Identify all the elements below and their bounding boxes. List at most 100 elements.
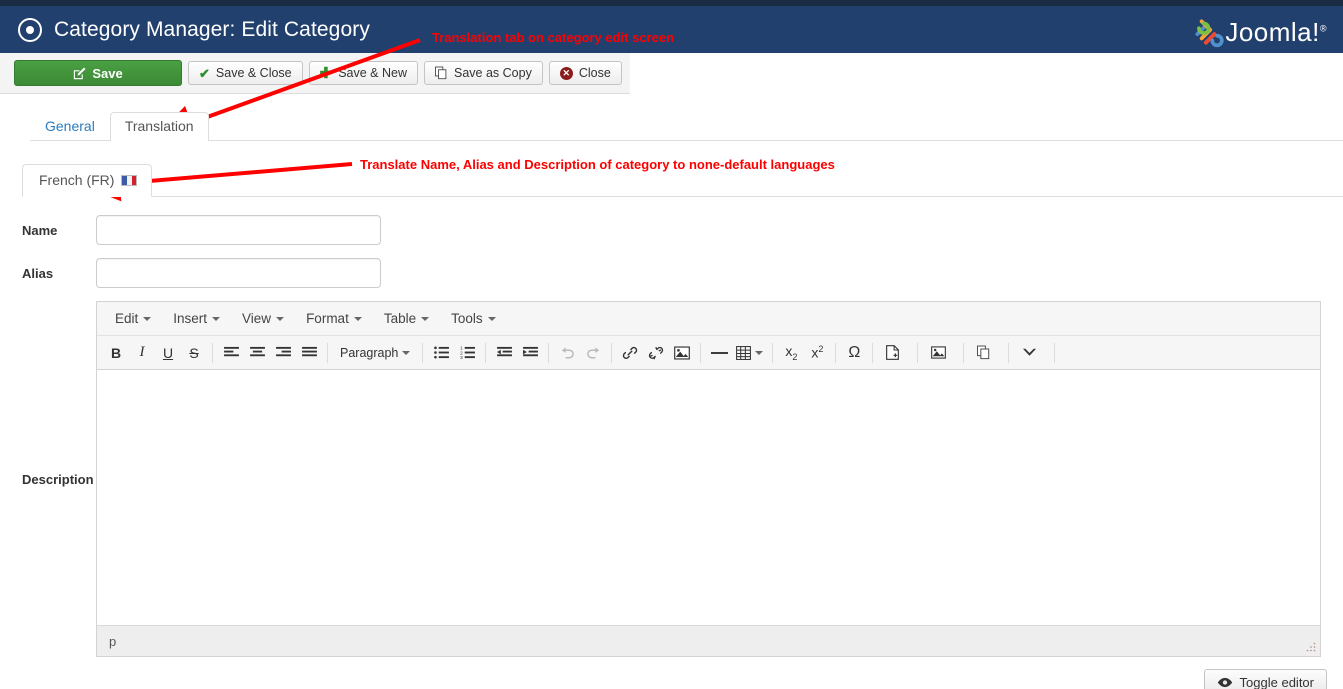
menu-insert[interactable]: Insert: [163, 307, 230, 330]
chevron-down-icon: [212, 316, 221, 321]
menu-format[interactable]: Format: [296, 307, 372, 330]
main-tabs: General Translation: [0, 111, 1343, 143]
paragraph-format-dropdown[interactable]: Paragraph: [333, 340, 417, 366]
chevron-down-icon: [353, 316, 362, 321]
plus-icon: ✚: [319, 64, 333, 82]
alias-label: Alias: [22, 265, 54, 281]
unlink-icon[interactable]: [643, 340, 669, 366]
superscript-icon[interactable]: x2: [804, 340, 830, 366]
toolbar-separator: [611, 342, 613, 363]
chevron-down-icon: [487, 316, 496, 321]
align-justify-icon[interactable]: [296, 340, 322, 366]
align-right-icon[interactable]: [270, 340, 296, 366]
toolbar-separator: [917, 342, 919, 363]
resize-grip-icon[interactable]: [1305, 642, 1316, 653]
toggle-editor-button[interactable]: Toggle editor: [1203, 669, 1327, 689]
menu-tools[interactable]: Tools: [441, 307, 506, 330]
translation-form: Name Alias Description Edit Insert View …: [0, 215, 1343, 657]
editor-content-area[interactable]: [97, 370, 1320, 625]
bold-icon[interactable]: B: [103, 340, 129, 366]
page-title: Category Manager: Edit Category: [54, 17, 370, 41]
insert-image-button[interactable]: [923, 340, 958, 366]
chevron-down-icon: [755, 350, 764, 355]
joomla-wordmark: Joomla!®: [1225, 17, 1327, 48]
toolbar-separator: [1054, 342, 1056, 363]
menu-table[interactable]: Table: [374, 307, 439, 330]
name-input[interactable]: [96, 215, 381, 245]
chevron-down-icon: [143, 316, 152, 321]
alias-input[interactable]: [96, 258, 381, 288]
link-icon[interactable]: [617, 340, 643, 366]
tab-general[interactable]: General: [30, 112, 110, 141]
subtab-french-fr[interactable]: French (FR): [22, 163, 153, 197]
svg-text:3: 3: [460, 355, 463, 359]
indent-icon[interactable]: [517, 340, 543, 366]
language-subtabs: French (FR): [0, 163, 1343, 197]
joomla-registered-mark: ®: [1319, 22, 1327, 33]
toolbar-separator: [1008, 342, 1010, 363]
save-and-close-button[interactable]: ✔ Save & Close: [188, 61, 303, 85]
toolbar-separator: [422, 342, 424, 363]
menu-view[interactable]: View: [232, 307, 294, 330]
underline-icon[interactable]: U: [155, 340, 181, 366]
italic-icon[interactable]: I: [129, 340, 155, 366]
action-toolbar: Save ✔ Save & Close ✚ Save & New Save as…: [0, 53, 630, 94]
chevron-down-icon: [421, 316, 430, 321]
tabs-filler: [208, 140, 1343, 141]
subscript-icon[interactable]: x2: [778, 340, 804, 366]
toolbar-separator: [963, 342, 965, 363]
read-more-button[interactable]: [1014, 340, 1049, 366]
insert-image-icon[interactable]: [669, 340, 695, 366]
subtab-french-label: French (FR): [39, 171, 115, 188]
undo-icon[interactable]: [554, 340, 580, 366]
editor-statusbar: p: [97, 625, 1320, 656]
chevron-down-icon: [276, 316, 285, 321]
save-and-close-label: Save & Close: [215, 66, 292, 80]
name-label: Name: [22, 222, 58, 238]
menu-insert-label: Insert: [173, 311, 208, 326]
close-button[interactable]: ✕ Close: [548, 61, 622, 85]
strikethrough-icon[interactable]: S: [181, 340, 207, 366]
toolbar-separator: [872, 342, 874, 363]
tab-translation[interactable]: Translation: [109, 111, 209, 143]
close-button-label: Close: [578, 66, 611, 80]
editor-element-path: p: [109, 633, 117, 649]
menu-view-label: View: [242, 311, 272, 326]
page-root: Category Manager: Edit Category Joomla!®: [0, 0, 1343, 689]
source-code-button[interactable]: [1060, 340, 1086, 366]
joomla-logo[interactable]: Joomla!®: [1191, 15, 1327, 49]
save-button[interactable]: Save: [14, 60, 182, 86]
flag-fr-icon: [121, 174, 138, 186]
page-break-button[interactable]: [969, 340, 1003, 366]
toolbar-separator: [485, 342, 487, 363]
insert-article-button[interactable]: [878, 340, 912, 366]
numbered-list-icon[interactable]: 123: [454, 340, 480, 366]
save-and-new-button[interactable]: ✚ Save & New: [308, 61, 418, 85]
outdent-icon[interactable]: [491, 340, 517, 366]
editor-menubar: Edit Insert View Format Table Tools: [97, 302, 1320, 336]
align-left-icon[interactable]: [218, 340, 244, 366]
toolbar-separator: [835, 342, 837, 363]
menu-tools-label: Tools: [451, 311, 483, 326]
toolbar-separator: [212, 342, 213, 363]
description-label: Description: [22, 471, 94, 487]
header-title-wrap: Category Manager: Edit Category: [0, 17, 370, 42]
redo-icon[interactable]: [580, 340, 606, 366]
eye-icon: [1217, 677, 1232, 687]
menu-edit[interactable]: Edit: [105, 307, 161, 330]
admin-header: Category Manager: Edit Category Joomla!®: [0, 6, 1343, 53]
menu-table-label: Table: [383, 311, 417, 326]
save-button-label: Save: [92, 65, 123, 81]
bullet-list-icon[interactable]: [428, 340, 454, 366]
special-character-icon[interactable]: Ω: [841, 340, 867, 366]
save-as-copy-button[interactable]: Save as Copy: [424, 61, 543, 85]
align-center-icon[interactable]: [244, 340, 270, 366]
joomla-brand-text: Joomla!: [1225, 16, 1320, 47]
alias-row: Alias: [22, 258, 1343, 288]
target-circle-icon: [18, 17, 42, 42]
copy-icon: [435, 66, 447, 80]
insert-table-dropdown[interactable]: [732, 340, 767, 366]
editor-footer: Toggle editor: [0, 669, 1343, 689]
name-row: Name: [22, 215, 1343, 245]
horizontal-rule-icon[interactable]: [706, 340, 732, 366]
